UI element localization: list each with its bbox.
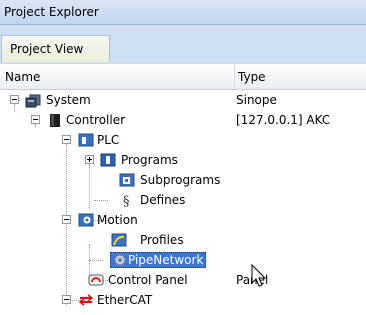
panel-title: Project Explorer [4, 5, 99, 19]
expand-toggle-icon[interactable] [85, 155, 94, 164]
tree-item-label: Motion [97, 213, 138, 227]
plc-icon [78, 133, 94, 147]
column-header-type[interactable]: Type [235, 64, 366, 89]
tree-item-label: Subprograms [140, 173, 221, 187]
tree-row-control-panel[interactable]: Control Panel Panel [0, 270, 366, 290]
tree-item-label: Programs [121, 153, 178, 167]
tree-row-ethercat[interactable]: EtherCAT [0, 290, 366, 310]
project-tree: System Sinope Controller [127.0.0.1] AKC… [0, 90, 366, 315]
motion-icon [78, 213, 94, 227]
tab-label: Project View [10, 42, 84, 56]
tree-row-system[interactable]: System Sinope [0, 90, 366, 110]
pipenetwork-gear-icon [114, 254, 126, 266]
tab-project-view[interactable]: Project View [1, 35, 110, 62]
tree-item-label: PLC [97, 133, 120, 147]
tree-item-label: EtherCAT [97, 293, 153, 307]
column-name-label: Name [5, 70, 41, 84]
collapse-toggle-icon[interactable] [31, 115, 40, 124]
tree-row-pipenetwork[interactable]: PipeNetwork [0, 250, 366, 270]
collapse-toggle-icon[interactable] [10, 95, 19, 104]
panel-title-bar: Project Explorer [0, 0, 366, 25]
system-icon [25, 94, 41, 108]
tree-item-label: Profiles [140, 233, 184, 247]
svg-text:§: § [123, 194, 130, 208]
tree-item-type: [127.0.0.1] AKC [236, 113, 331, 127]
column-header: Name Type [0, 63, 366, 90]
tree-row-profiles[interactable]: Profiles [0, 230, 366, 250]
control-panel-icon [88, 274, 104, 286]
tree-row-defines[interactable]: § Defines [0, 190, 366, 210]
controller-icon [50, 114, 60, 127]
ethercat-icon [78, 294, 94, 306]
tree-item-label: Controller [66, 113, 126, 127]
tree-row-programs[interactable]: Programs [0, 150, 366, 170]
programs-icon [100, 153, 116, 167]
tree-item-label: Control Panel [108, 273, 188, 287]
tree-item-label: System [46, 93, 91, 107]
tree-item-label: Defines [140, 193, 186, 207]
tree-item-label: PipeNetwork [128, 253, 204, 267]
tab-strip: Project View [0, 25, 366, 63]
tree-row-subprograms[interactable]: Subprograms [0, 170, 366, 190]
tree-row-plc[interactable]: PLC [0, 130, 366, 150]
mouse-pointer-icon [251, 264, 267, 287]
tree-item-type: Sinope [236, 93, 277, 107]
tree-row-controller[interactable]: Controller [127.0.0.1] AKC [0, 110, 366, 130]
collapse-toggle-icon[interactable] [62, 215, 71, 224]
collapse-toggle-icon[interactable] [62, 135, 71, 144]
subprograms-icon [119, 173, 135, 187]
defines-icon: § [123, 194, 130, 208]
profiles-icon [111, 233, 127, 247]
collapse-toggle-icon[interactable] [62, 295, 71, 304]
column-type-label: Type [238, 70, 266, 84]
tree-row-motion[interactable]: Motion [0, 210, 366, 230]
column-header-name[interactable]: Name [0, 64, 235, 89]
